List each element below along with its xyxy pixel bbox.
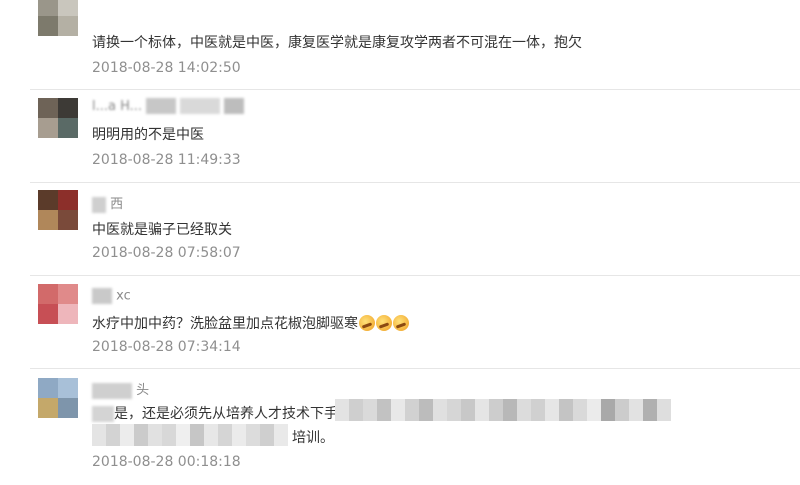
text-mosaic [335, 399, 671, 421]
comment-item: xc 水疗中加中药？洗脸盆里加点花椒泡脚驱寒 2018-08-28 07:34:… [0, 276, 800, 368]
comment-text-line2: 培训。 [292, 430, 334, 446]
username-text: 头 [136, 383, 150, 398]
comment-username[interactable]: 西 [92, 193, 123, 213]
comment-username[interactable]: l...a H... [92, 98, 245, 118]
crying-laughing-emoji-icon [376, 315, 392, 331]
username-mosaic [180, 98, 221, 114]
comment-text-line1: 是，还是必须先从培养人才技术下手。 [114, 406, 352, 422]
comment-text: 水疗中加中药？洗脸盆里加点花椒泡脚驱寒 [92, 313, 409, 333]
comment-username[interactable]: xc [92, 288, 131, 308]
crying-laughing-emoji-icon [359, 315, 375, 331]
username-text: xc [116, 288, 131, 304]
username-mosaic [224, 98, 245, 114]
text-mosaic [92, 424, 288, 446]
username-text: 西 [110, 197, 124, 212]
comment-text: 请换一个标体，中医就是中医，康复医学就是康复攻学两者不可混在一体，抱欠 [92, 35, 582, 51]
comment-timestamp: 2018-08-28 00:18:18 [92, 454, 241, 470]
crying-laughing-emoji-icon [393, 315, 409, 331]
comment-text: 明明用的不是中医 [92, 127, 204, 143]
username-mosaic [92, 382, 132, 399]
comment-item: 西 中医就是骗子已经取关 2018-08-28 07:58:07 [0, 183, 800, 275]
comment-item: 请换一个标体，中医就是中医，康复医学就是康复攻学两者不可混在一体，抱欠 2018… [0, 0, 800, 90]
comment-text-content: 水疗中加中药？洗脸盆里加点花椒泡脚驱寒 [92, 316, 358, 332]
username-mosaic [146, 98, 177, 114]
comment-text: 是，还是必须先从培养人才技术下手。 [92, 403, 352, 423]
comment-timestamp: 2018-08-28 14:02:50 [92, 60, 241, 76]
avatar[interactable] [38, 284, 78, 324]
comment-timestamp: 2018-08-28 11:49:33 [92, 152, 241, 168]
comment-timestamp: 2018-08-28 07:34:14 [92, 339, 241, 355]
username-mosaic [92, 196, 106, 213]
avatar[interactable] [38, 98, 78, 138]
avatar[interactable] [38, 378, 78, 418]
avatar[interactable] [38, 190, 78, 230]
text-mosaic [92, 406, 114, 422]
username-text: l...a H... [92, 98, 143, 114]
comment-item: l...a H... 明明用的不是中医 2018-08-28 11:49:33 [0, 90, 800, 182]
comment-username[interactable]: 头 [92, 379, 149, 399]
comment-timestamp: 2018-08-28 07:58:07 [92, 245, 241, 261]
username-mosaic [92, 288, 112, 304]
comment-text: 中医就是骗子已经取关 [92, 222, 232, 238]
comment-item: 头 是，还是必须先从培养人才技术下手。 培训。 2018-08-28 00:18… [0, 369, 800, 485]
avatar[interactable] [38, 0, 78, 36]
